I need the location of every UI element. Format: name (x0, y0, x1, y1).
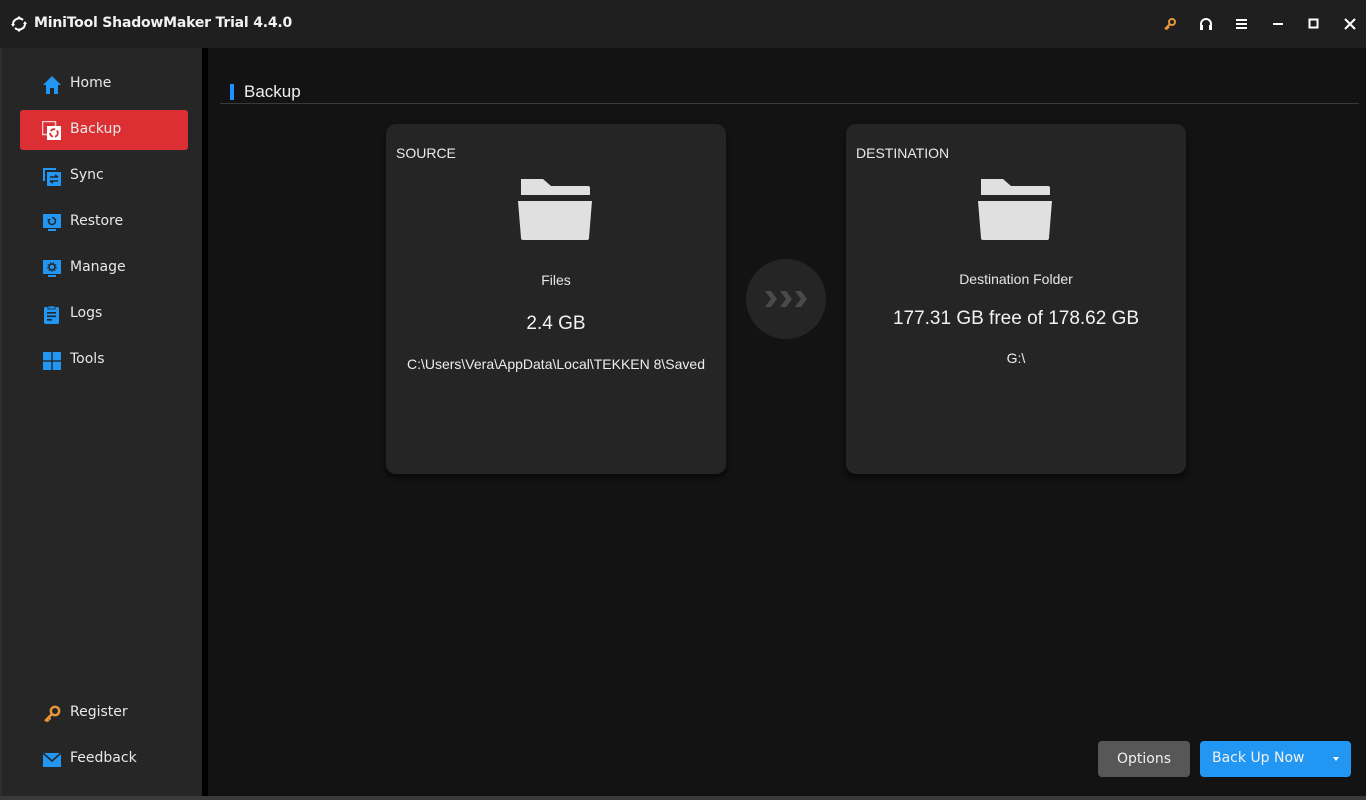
options-button[interactable]: Options (1098, 741, 1190, 777)
arrow-indicator (746, 259, 826, 339)
close-icon[interactable] (1340, 14, 1360, 34)
back-up-now-label: Back Up Now (1212, 750, 1305, 766)
folder-icon (518, 179, 592, 240)
app-title: MiniTool ShadowMaker Trial 4.4.0 (34, 15, 293, 31)
sidebar-item-label: Manage (70, 259, 126, 275)
headset-icon[interactable] (1196, 14, 1216, 34)
sidebar-item-sync[interactable]: Sync (20, 156, 188, 196)
backup-icon (42, 121, 61, 140)
sidebar-item-backup[interactable]: Backup (20, 110, 188, 150)
sidebar-item-label: Logs (70, 305, 103, 321)
source-type: Files (541, 272, 571, 288)
main-content: Backup SOURCE Files 2.4 GB C:\Users\Vera… (208, 48, 1366, 796)
back-up-dropdown-button[interactable] (1321, 741, 1351, 777)
sidebar-item-label: Register (70, 704, 128, 720)
home-icon (43, 76, 61, 94)
sidebar: Home Backup Sync Restore Manage Logs Too… (0, 48, 202, 796)
sidebar-item-label: Home (70, 75, 112, 91)
sidebar-item-restore[interactable]: Restore (20, 202, 188, 242)
window-bottom-border (0, 796, 1366, 800)
back-up-now-button[interactable]: Back Up Now (1200, 741, 1351, 777)
menu-icon[interactable] (1232, 14, 1252, 34)
tools-icon (43, 352, 61, 370)
sidebar-item-logs[interactable]: Logs (20, 294, 188, 334)
restore-icon (43, 214, 61, 231)
sync-icon (43, 168, 61, 186)
section-divider (220, 103, 1359, 104)
mail-icon (42, 752, 62, 767)
sidebar-item-label: Backup (70, 121, 122, 137)
destination-space: 177.31 GB free of 178.62 GB (892, 308, 1140, 329)
sidebar-item-label: Feedback (70, 750, 137, 766)
sidebar-item-home[interactable]: Home (20, 64, 188, 104)
register-key-icon[interactable] (1160, 14, 1180, 34)
app-logo-icon (11, 16, 27, 32)
folder-icon (978, 179, 1052, 240)
source-size: 2.4 GB (526, 313, 586, 334)
sidebar-item-label: Sync (70, 167, 104, 183)
sidebar-item-label: Tools (70, 351, 105, 367)
logs-icon (44, 305, 59, 324)
page-title: Backup (244, 82, 301, 101)
triple-chevron-icon (765, 291, 807, 307)
minimize-icon[interactable] (1268, 14, 1288, 34)
section-accent-bar (230, 84, 234, 100)
sidebar-item-feedback[interactable]: Feedback (20, 739, 188, 779)
sidebar-item-register[interactable]: Register (20, 693, 188, 733)
sidebar-item-label: Restore (70, 213, 124, 229)
destination-type: Destination Folder (959, 271, 1073, 287)
destination-path: G:\ (1006, 350, 1026, 366)
sidebar-item-tools[interactable]: Tools (20, 340, 188, 380)
source-path: C:\Users\Vera\AppData\Local\TEKKEN 8\Sav… (406, 356, 706, 372)
manage-icon (43, 260, 61, 277)
destination-card[interactable]: DESTINATION Destination Folder 177.31 GB… (846, 124, 1186, 474)
maximize-icon[interactable] (1304, 14, 1324, 34)
caret-down-icon (1333, 757, 1339, 761)
options-label: Options (1116, 751, 1172, 767)
key-icon (44, 705, 61, 723)
title-bar: MiniTool ShadowMaker Trial 4.4.0 (0, 0, 1366, 48)
sidebar-item-manage[interactable]: Manage (20, 248, 188, 288)
source-label: SOURCE (396, 145, 456, 161)
destination-label: DESTINATION (856, 145, 950, 161)
source-card[interactable]: SOURCE Files 2.4 GB C:\Users\Vera\AppDat… (386, 124, 726, 474)
